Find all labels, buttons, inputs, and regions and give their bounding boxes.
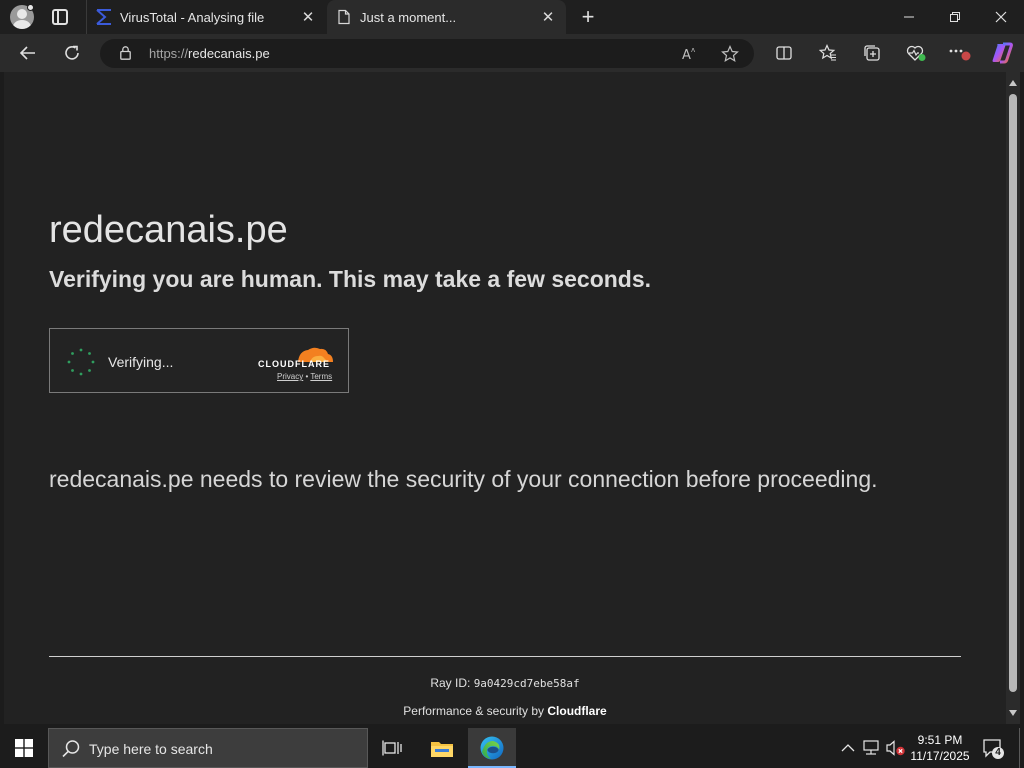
clock-date: 11/17/2025: [910, 749, 970, 763]
read-aloud-icon[interactable]: Aʌ: [680, 44, 700, 64]
browser-essentials-button[interactable]: [902, 39, 930, 67]
favorites-icon: [819, 44, 836, 61]
show-desktop-button[interactable]: [1019, 728, 1024, 768]
footer-divider: [49, 656, 961, 657]
lock-icon[interactable]: [120, 46, 131, 60]
svg-text:ʌ: ʌ: [691, 46, 695, 54]
ray-id-label: Ray ID:: [430, 676, 474, 690]
url-host: redecanais.pe: [188, 46, 270, 61]
scroll-down-icon[interactable]: [1009, 710, 1017, 716]
ray-id-value: 9a0429cd7ebe58af: [473, 677, 580, 690]
collections-button[interactable]: [858, 39, 886, 67]
close-tab-icon[interactable]: ✕: [538, 7, 558, 27]
notification-count: 4: [995, 747, 1001, 758]
refresh-button[interactable]: [58, 39, 86, 67]
more-button[interactable]: [946, 39, 974, 67]
network-icon[interactable]: [862, 738, 882, 758]
file-explorer-button[interactable]: [418, 728, 466, 768]
favorites-button[interactable]: [814, 39, 842, 67]
title-bar: VirusTotal - Analysing file ✕ Just a mom…: [0, 0, 1024, 34]
clock-time: 9:51 PM: [917, 733, 963, 747]
spinner-icon: [67, 348, 95, 376]
system-clock[interactable]: 9:51 PM 11/17/2025: [904, 732, 976, 764]
ray-id: Ray ID: 9a0429cd7ebe58af: [4, 676, 1006, 690]
windows-taskbar: Type here to search 9:51 PM 11/17/2025 4: [0, 728, 1024, 768]
back-button[interactable]: [14, 39, 42, 67]
task-view-icon: [382, 740, 402, 756]
show-hidden-icons-chevron-icon[interactable]: [838, 738, 858, 758]
cloudflare-wordmark: CLOUDFLARE: [258, 359, 330, 369]
minimize-button[interactable]: [886, 0, 932, 34]
action-center-button[interactable]: 4: [982, 738, 1006, 760]
vertical-scrollbar[interactable]: [1006, 72, 1020, 724]
page-viewport: redecanais.pe Verifying you are human. T…: [4, 72, 1006, 724]
link-separator: •: [305, 372, 309, 381]
minimize-icon: [904, 16, 914, 18]
tab-actions-icon[interactable]: [52, 9, 68, 25]
search-placeholder: Type here to search: [89, 741, 213, 757]
profile-status-icon: [27, 4, 34, 11]
restore-icon: [950, 12, 960, 22]
svg-text:A: A: [682, 48, 691, 63]
close-window-button[interactable]: [978, 0, 1024, 34]
performance-footer: Performance & security by Cloudflare: [4, 704, 1006, 718]
split-screen-icon: [776, 46, 792, 60]
page-subtitle: Verifying you are human. This may take a…: [49, 266, 652, 292]
task-view-button[interactable]: [368, 728, 416, 768]
page-title: redecanais.pe: [49, 209, 288, 251]
privacy-link[interactable]: Privacy: [277, 372, 303, 381]
start-button[interactable]: [0, 728, 48, 768]
close-tab-icon[interactable]: ✕: [298, 7, 318, 27]
virustotal-icon: [96, 9, 111, 25]
copilot-button[interactable]: [988, 39, 1016, 67]
tab-just-a-moment[interactable]: Just a moment... ✕: [327, 0, 566, 34]
address-bar[interactable]: https://redecanais.pe Aʌ: [100, 39, 754, 68]
cloudflare-link[interactable]: Cloudflare: [547, 704, 606, 718]
terms-link[interactable]: Terms: [310, 372, 332, 381]
favorite-star-icon[interactable]: [720, 44, 740, 64]
close-icon: [995, 11, 1007, 23]
security-notice: redecanais.pe needs to review the securi…: [49, 466, 878, 492]
edge-icon: [480, 736, 504, 760]
url-text[interactable]: https://redecanais.pe: [149, 46, 270, 61]
new-tab-button[interactable]: +: [576, 5, 600, 29]
scrollbar-thumb[interactable]: [1009, 94, 1017, 692]
windows-logo-icon: [15, 739, 33, 757]
tab-title: Just a moment...: [360, 9, 457, 25]
scroll-up-icon[interactable]: [1009, 80, 1017, 86]
cloudflare-challenge-widget[interactable]: Verifying... CLOUDFLARE Privacy • Terms: [49, 328, 349, 393]
back-icon: [19, 46, 35, 60]
restore-button[interactable]: [932, 0, 978, 34]
verifying-status: Verifying...: [108, 354, 174, 370]
page-icon: [338, 9, 350, 25]
performance-text: Performance & security by: [403, 704, 548, 718]
url-scheme: https://: [149, 46, 189, 61]
refresh-icon: [65, 45, 79, 60]
tab-virustotal[interactable]: VirusTotal - Analysing file ✕: [86, 0, 326, 34]
edge-taskbar-button[interactable]: [468, 728, 516, 768]
search-icon: [62, 740, 80, 758]
browser-essentials-icon: [906, 45, 926, 61]
collections-icon: [864, 45, 880, 61]
browser-toolbar: https://redecanais.pe Aʌ: [0, 34, 1024, 72]
volume-muted-icon[interactable]: [886, 738, 906, 758]
copilot-icon: [992, 42, 1013, 64]
cloudflare-links: Privacy • Terms: [277, 372, 332, 381]
more-icon: [949, 49, 971, 61]
tab-title: VirusTotal - Analysing file: [120, 9, 265, 25]
split-screen-button[interactable]: [770, 39, 798, 67]
file-explorer-icon: [431, 742, 453, 757]
taskbar-search-box[interactable]: Type here to search: [48, 728, 368, 768]
